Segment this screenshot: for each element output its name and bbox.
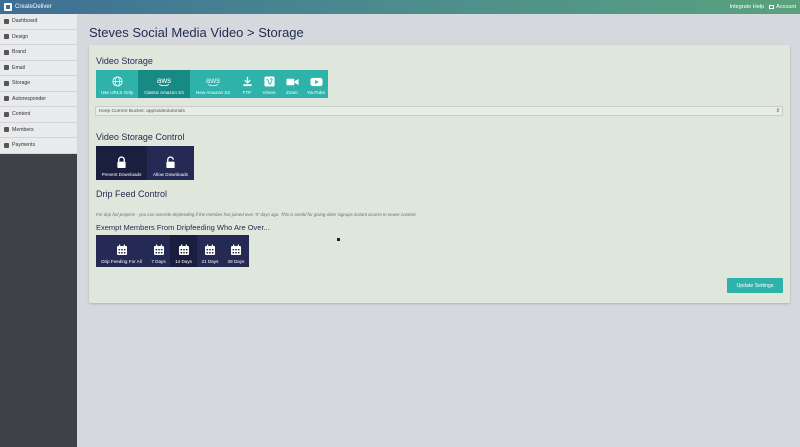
bucket-select-value: Keep Current Bucket: appsvideotutorials — [99, 108, 185, 114]
page-title: Steves Social Media Video > Storage — [89, 25, 304, 40]
sidebar: Dashboard Design Brand Email Storage Aut… — [0, 14, 77, 447]
drip-option-label: Drip Feeding For All — [101, 259, 142, 264]
storage-option-label: Classic Amazon S3 — [144, 90, 184, 95]
brand[interactable]: CreateDeliver — [4, 3, 52, 11]
file-icon — [4, 111, 9, 117]
prevent-downloads-button[interactable]: Prevent Downloads — [96, 146, 147, 180]
calendar-icon — [204, 244, 216, 256]
drip-feed-note: For drip fed projects - you can override… — [96, 212, 417, 217]
aws-icon: aws — [205, 76, 221, 87]
sidebar-nav: Dashboard Design Brand Email Storage Aut… — [0, 14, 77, 154]
lock-icon — [116, 156, 127, 169]
storage-option-label: FTP — [242, 90, 252, 95]
pencil-icon — [4, 34, 9, 40]
envelope-icon — [4, 65, 9, 71]
storage-option-ftp[interactable]: FTP — [236, 70, 258, 98]
edit-icon — [4, 49, 9, 55]
drip-option-14-days[interactable]: 14 Days — [170, 235, 197, 267]
top-bar: CreateDeliver Integrate Help Account — [0, 0, 800, 14]
sidebar-item-label: Content — [12, 111, 31, 118]
mouse-cursor-icon — [337, 238, 340, 241]
drip-feed-heading: Drip Feed Control — [96, 189, 168, 199]
sidebar-item-email[interactable]: Email — [0, 61, 77, 76]
video-storage-options: Use URLS Only aws Classic Amazon S3 aws … — [96, 70, 328, 98]
bucket-select[interactable]: Keep Current Bucket: appsvideotutorials … — [95, 106, 783, 116]
sidebar-item-content[interactable]: Content — [0, 107, 77, 123]
cloud-icon — [4, 80, 9, 86]
update-settings-button[interactable]: Update Settings — [727, 278, 783, 293]
select-arrows-icon: ⇕ — [775, 108, 780, 114]
drip-option-label: 7 Days — [151, 259, 166, 264]
download-option-label: Allow Downloads — [153, 172, 188, 177]
drip-feed-options: Drip Feeding For All 7 Days 14 Days 21 D… — [96, 235, 249, 267]
storage-option-new-s3[interactable]: aws New Amazon S3 — [190, 70, 236, 98]
account-icon — [769, 5, 775, 9]
storage-option-classic-s3[interactable]: aws Classic Amazon S3 — [138, 70, 190, 98]
drip-option-7-days[interactable]: 7 Days — [147, 235, 170, 267]
download-icon — [242, 76, 253, 87]
sidebar-item-label: Storage — [12, 80, 31, 87]
drip-option-28-days[interactable]: 28 Days — [223, 235, 249, 267]
storage-option-youtube[interactable]: YouTube — [304, 70, 328, 98]
storage-option-vimeo[interactable]: Vimeo — [258, 70, 280, 98]
download-option-label: Prevent Downloads — [101, 172, 142, 177]
video-storage-heading: Video Storage — [96, 56, 153, 66]
home-icon — [4, 18, 9, 24]
reply-icon — [4, 96, 9, 102]
exempt-members-heading: Exempt Members From Dripfeeding Who Are … — [96, 223, 270, 232]
storage-option-label: Use URLS Only — [100, 90, 134, 95]
globe-icon — [111, 76, 123, 87]
sidebar-item-label: Members — [12, 126, 34, 133]
calendar-icon — [116, 244, 128, 256]
sidebar-item-label: Design — [12, 33, 29, 40]
allow-downloads-button[interactable]: Allow Downloads — [147, 146, 194, 180]
storage-option-zoom[interactable]: Zoom — [280, 70, 304, 98]
sidebar-item-storage[interactable]: Storage — [0, 76, 77, 92]
aws-icon: aws — [156, 76, 172, 87]
account-label: Account — [776, 4, 796, 10]
cart-icon — [4, 142, 9, 148]
calendar-icon — [178, 244, 190, 256]
download-control-options: Prevent Downloads Allow Downloads — [96, 146, 194, 180]
calendar-icon — [153, 244, 165, 256]
sidebar-item-label: Dashboard — [12, 18, 38, 25]
calendar-icon — [230, 244, 242, 256]
storage-option-label: New Amazon S3 — [196, 90, 230, 95]
drip-option-21-days[interactable]: 21 Days — [197, 235, 223, 267]
integrate-help-link[interactable]: Integrate Help — [730, 4, 765, 10]
drip-option-label: 28 Days — [227, 259, 245, 264]
sidebar-item-payments[interactable]: Payments — [0, 138, 77, 154]
drip-option-all[interactable]: Drip Feeding For All — [96, 235, 147, 267]
account-link[interactable]: Account — [769, 4, 796, 10]
youtube-icon — [309, 77, 323, 87]
sidebar-item-label: Brand — [12, 49, 26, 56]
drip-option-label: 14 Days — [175, 259, 192, 264]
storage-option-urls[interactable]: Use URLS Only — [96, 70, 138, 98]
users-icon — [4, 127, 9, 133]
storage-option-label: YouTube — [306, 90, 326, 95]
storage-option-label: Zoom — [286, 90, 298, 95]
storage-option-label: Vimeo — [262, 90, 276, 95]
video-storage-control-heading: Video Storage Control — [96, 132, 185, 142]
sidebar-item-label: Email — [12, 64, 25, 71]
sidebar-item-dashboard[interactable]: Dashboard — [0, 14, 77, 30]
sidebar-item-brand[interactable]: Brand — [0, 45, 77, 61]
sidebar-item-design[interactable]: Design — [0, 30, 77, 45]
sidebar-item-autoresponder[interactable]: Autoresponder — [0, 92, 77, 107]
vimeo-icon — [263, 76, 275, 87]
unlock-icon — [165, 156, 176, 169]
sidebar-item-members[interactable]: Members — [0, 123, 77, 138]
video-camera-icon — [285, 77, 299, 87]
drip-option-label: 21 Days — [201, 259, 219, 264]
sidebar-item-label: Payments — [12, 142, 36, 149]
brand-name: CreateDeliver — [15, 4, 52, 10]
sidebar-item-label: Autoresponder — [12, 95, 47, 102]
brand-logo-icon — [4, 3, 12, 11]
